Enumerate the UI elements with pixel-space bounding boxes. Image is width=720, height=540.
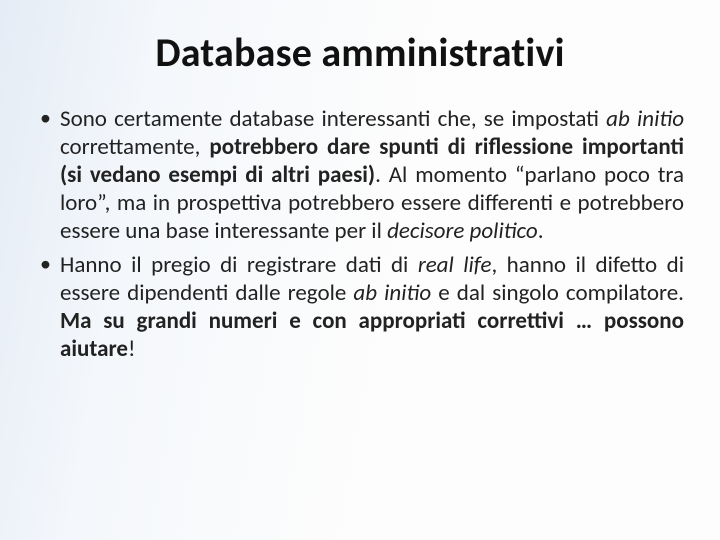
list-item: Hanno il pregio di registrare dati di re… <box>36 251 684 363</box>
text-run: correttamente, <box>60 133 209 161</box>
slide: Database amministrativi Sono certamente … <box>0 0 720 540</box>
text-run: ab initio <box>353 279 431 307</box>
text-run: real life <box>418 251 492 279</box>
bullet-list: Sono certamente database interessanti ch… <box>30 105 690 363</box>
text-run: ! <box>128 335 136 363</box>
text-run: e dal singolo compilatore. <box>431 279 684 307</box>
slide-title: Database amministrativi <box>30 28 690 77</box>
text-run: decisore politico <box>387 217 538 245</box>
text-run: Ma su grandi numeri e con appropriati co… <box>60 307 684 363</box>
text-run: ab initio <box>606 105 684 133</box>
list-item: Sono certamente database interessanti ch… <box>36 105 684 245</box>
text-run: Sono certamente database interessanti ch… <box>60 105 606 133</box>
text-run: . <box>538 217 544 245</box>
text-run: Hanno il pregio di registrare dati di <box>60 251 418 279</box>
